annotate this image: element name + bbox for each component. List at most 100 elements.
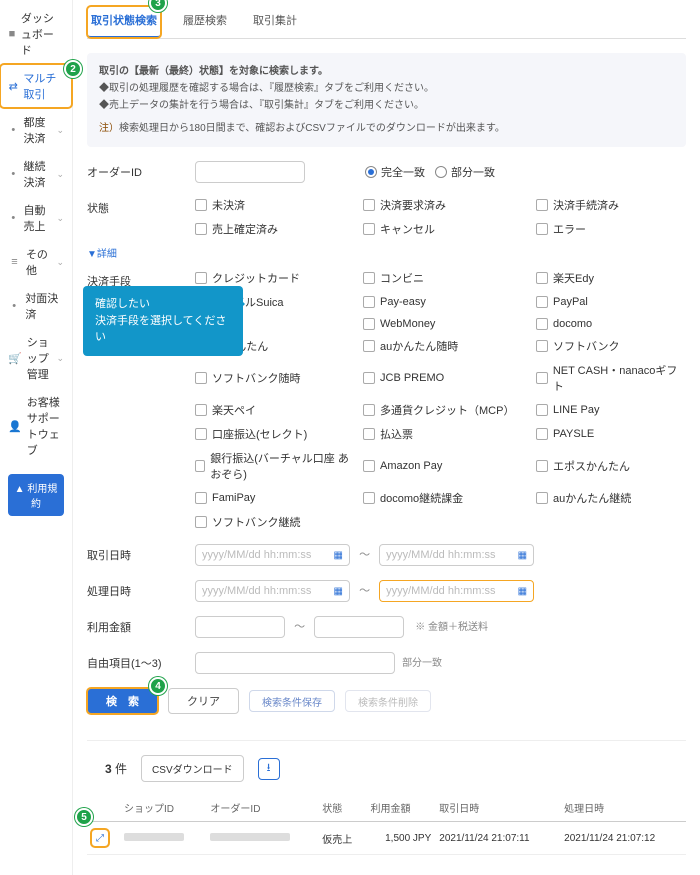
method-checkbox[interactable]: 多通貨クレジット（MCP） bbox=[363, 402, 528, 418]
method-checkbox[interactable]: エポスかんたん bbox=[536, 450, 686, 482]
delete-condition-button[interactable]: 検索条件削除 bbox=[345, 690, 431, 712]
method-checkbox[interactable]: 銀行振込(バーチャル口座 あおぞら) bbox=[195, 450, 355, 482]
sidebar-item-label: その他 bbox=[26, 246, 57, 278]
order-id-input[interactable] bbox=[195, 161, 305, 183]
col-header: 状態 bbox=[318, 794, 366, 822]
status-checkbox[interactable]: 売上確定済み bbox=[195, 221, 355, 237]
csv-download-button[interactable]: CSVダウンロード bbox=[141, 755, 244, 782]
note-text: 検索処理日から180日間まで、確認およびCSVファイルでのダウンロードが出来ます… bbox=[119, 123, 505, 134]
trade-date-to[interactable]: yyyy/MM/dd hh:mm:ss▦ bbox=[379, 544, 534, 566]
clear-button[interactable]: クリア bbox=[168, 688, 239, 714]
checkbox-label: ソフトバンク継続 bbox=[212, 514, 301, 530]
search-button[interactable]: 検 索 4 bbox=[87, 688, 158, 714]
placeholder: yyyy/MM/dd hh:mm:ss bbox=[202, 585, 330, 597]
sidebar-item-label: ショップ管理 bbox=[27, 334, 57, 382]
amount-from-input[interactable] bbox=[195, 616, 285, 638]
checkbox-label: 決済要求済み bbox=[380, 197, 446, 213]
sidebar-item-multi[interactable]: ⇄ マルチ取引 2 bbox=[0, 64, 72, 108]
sidebar-item-other[interactable]: ≡ その他 ⌄ bbox=[0, 240, 72, 284]
method-checkbox[interactable]: コンビニ bbox=[363, 270, 528, 286]
sidebar-item-auto[interactable]: • 自動売上 ⌄ bbox=[0, 196, 72, 240]
save-condition-button[interactable]: 検索条件保存 bbox=[249, 690, 335, 712]
sidebar-item-support[interactable]: 👤 お客様サポートウェブ bbox=[0, 388, 72, 464]
method-checkbox[interactable]: 払込票 bbox=[363, 426, 528, 442]
checkbox-label: PAYSLE bbox=[553, 428, 594, 440]
process-date-to[interactable]: yyyy/MM/dd hh:mm:ss▦ bbox=[379, 580, 534, 602]
tab-state-search[interactable]: 取引状態検索 3 bbox=[87, 6, 161, 38]
download-icon-button[interactable]: ⭳ bbox=[258, 758, 280, 780]
col-header: 取引日時 bbox=[435, 794, 560, 822]
status-checkbox[interactable]: 未決済 bbox=[195, 197, 355, 213]
step-badge-3: 3 bbox=[149, 0, 167, 12]
checkbox-label: キャンセル bbox=[380, 221, 435, 237]
checkbox-icon bbox=[536, 372, 548, 384]
user-icon: 👤 bbox=[8, 419, 22, 433]
expand-row-button[interactable]: ⤢ bbox=[91, 829, 109, 847]
status-checkbox[interactable]: 決済要求済み bbox=[363, 197, 528, 213]
tab-history[interactable]: 履歴検索 bbox=[179, 6, 231, 38]
calendar-icon: ▦ bbox=[334, 550, 343, 561]
checkbox-label: 銀行振込(バーチャル口座 あおぞら) bbox=[210, 450, 355, 482]
method-checkbox[interactable]: ソフトバンク bbox=[536, 338, 686, 354]
method-checkbox[interactable]: JCB PREMO bbox=[363, 362, 528, 394]
sidebar-item-recurring[interactable]: • 継続決済 ⌄ bbox=[0, 152, 72, 196]
match-full-radio[interactable]: 完全一致 bbox=[365, 164, 425, 180]
sidebar-item-inperson[interactable]: • 対面決済 bbox=[0, 284, 72, 328]
method-checkbox[interactable]: ソフトバンク継続 bbox=[195, 514, 355, 530]
free-input[interactable] bbox=[195, 652, 395, 674]
status-checkbox[interactable]: キャンセル bbox=[363, 221, 528, 237]
method-checkbox[interactable]: PAYSLE bbox=[536, 426, 686, 442]
help-box: 取引の【最新（最終）状態】を対象に検索します。 ◆取引の処理履歴を確認する場合は… bbox=[87, 53, 686, 147]
checkbox-icon bbox=[195, 492, 207, 504]
checkbox-icon bbox=[363, 428, 375, 440]
method-checkbox[interactable]: クレジットカード bbox=[195, 270, 355, 286]
method-checkbox[interactable]: FamiPay bbox=[195, 490, 355, 506]
method-checkbox[interactable]: ソフトバンク随時 bbox=[195, 362, 355, 394]
amount-to-input[interactable] bbox=[314, 616, 404, 638]
checkbox-label: ソフトバンク bbox=[553, 338, 620, 354]
checkbox-label: 楽天Edy bbox=[553, 270, 594, 286]
checkbox-label: WebMoney bbox=[380, 318, 435, 330]
details-toggle[interactable]: ▼詳細 bbox=[87, 245, 686, 260]
method-checkbox[interactable]: docomo継続課金 bbox=[363, 490, 528, 506]
checkbox-icon bbox=[536, 223, 548, 235]
sidebar-item-shop[interactable]: 🛒 ショップ管理 ⌄ bbox=[0, 328, 72, 388]
method-checkbox[interactable]: docomo bbox=[536, 318, 686, 330]
sidebar-item-spot[interactable]: • 都度決済 ⌄ bbox=[0, 108, 72, 152]
method-checkbox[interactable]: WebMoney bbox=[363, 318, 528, 330]
method-checkbox[interactable]: auかんたん継続 bbox=[536, 490, 686, 506]
list-icon: ≡ bbox=[8, 255, 21, 269]
method-checkbox[interactable]: Pay-easy bbox=[363, 294, 528, 310]
trade-date-from[interactable]: yyyy/MM/dd hh:mm:ss▦ bbox=[195, 544, 350, 566]
sidebar-item-label: ダッシュボード bbox=[21, 10, 64, 58]
cell-trade-dt: 2021/11/24 21:07:11 bbox=[435, 822, 560, 855]
checkbox-icon bbox=[195, 460, 205, 472]
status-checkbox[interactable]: エラー bbox=[536, 221, 686, 237]
help-title: 取引の【最新（最終）状態】を対象に検索します。 bbox=[99, 63, 674, 80]
checkbox-icon bbox=[195, 516, 207, 528]
method-checkbox[interactable]: LINE Pay bbox=[536, 402, 686, 418]
checkbox-icon bbox=[363, 404, 375, 416]
method-checkbox[interactable]: auかんたん随時 bbox=[363, 338, 528, 354]
method-checkbox[interactable]: 楽天Edy bbox=[536, 270, 686, 286]
method-checkbox[interactable]: 口座振込(セレクト) bbox=[195, 426, 355, 442]
method-checkbox[interactable]: PayPal bbox=[536, 294, 686, 310]
terms-button[interactable]: ▲ 利用規約 bbox=[8, 474, 64, 516]
checkbox-label: docomo bbox=[553, 318, 592, 330]
sidebar-item-label: マルチ取引 bbox=[23, 70, 64, 102]
tilde: 〜 bbox=[359, 549, 370, 561]
count-unit: 件 bbox=[115, 762, 127, 776]
free-hint: 部分一致 bbox=[402, 658, 442, 669]
method-checkbox[interactable]: 楽天ペイ bbox=[195, 402, 355, 418]
method-checkbox[interactable]: NET CASH・nanacoギフト bbox=[536, 362, 686, 394]
method-checkbox[interactable]: Amazon Pay bbox=[363, 450, 528, 482]
sidebar-item-dashboard[interactable]: ■ ダッシュボード bbox=[0, 4, 72, 64]
process-date-from[interactable]: yyyy/MM/dd hh:mm:ss▦ bbox=[195, 580, 350, 602]
status-checkbox[interactable]: 決済手続済み bbox=[536, 197, 686, 213]
tab-summary[interactable]: 取引集計 bbox=[249, 6, 301, 38]
col-header: ショップID bbox=[120, 794, 206, 822]
dashboard-icon: ■ bbox=[8, 27, 16, 41]
radio-icon bbox=[435, 166, 447, 178]
checkbox-label: 売上確定済み bbox=[212, 221, 278, 237]
match-partial-radio[interactable]: 部分一致 bbox=[435, 164, 495, 180]
